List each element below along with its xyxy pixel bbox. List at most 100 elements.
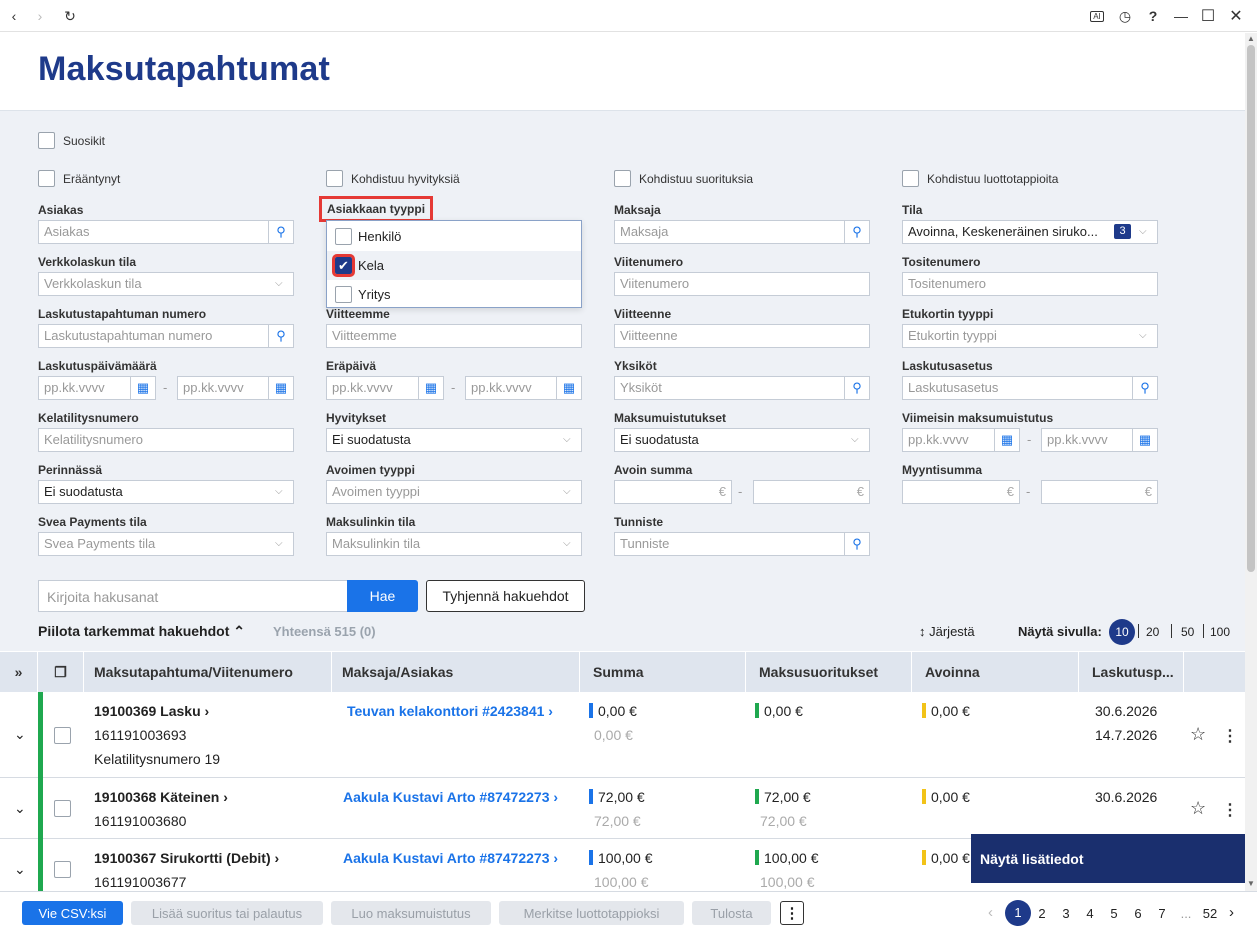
- erapaiva-from-input[interactable]: pp.kk.vvvv: [326, 376, 419, 400]
- erapaiva-to-input[interactable]: pp.kk.vvvv: [465, 376, 558, 400]
- more-actions-icon[interactable]: ⋮: [780, 901, 804, 925]
- yritys-checkbox[interactable]: [335, 286, 352, 303]
- maksaja-search-button[interactable]: ⚲: [844, 220, 870, 244]
- col-header-maksaja[interactable]: Maksaja/Asiakas: [332, 652, 580, 692]
- viimeisin-from-input[interactable]: pp.kk.vvvv: [902, 428, 995, 452]
- laskutusasetus-input[interactable]: Laskutusasetus: [902, 376, 1133, 400]
- expand-all-icon[interactable]: »: [0, 652, 38, 692]
- back-icon[interactable]: ‹: [4, 6, 24, 26]
- transaction-title[interactable]: 19100367 Sirukortti (Debit) ›: [94, 850, 279, 866]
- create-reminder-button[interactable]: Luo maksumuistutus: [331, 901, 491, 925]
- laskutuspaiva-to-input[interactable]: pp.kk.vvvv: [177, 376, 270, 400]
- help-icon[interactable]: ?: [1143, 6, 1163, 26]
- tositenumero-input[interactable]: Tositenumero: [902, 272, 1158, 296]
- tunniste-search-button[interactable]: ⚲: [844, 532, 870, 556]
- more-options-icon[interactable]: ⋮: [1222, 800, 1238, 820]
- history-icon[interactable]: ◷: [1115, 6, 1135, 26]
- scroll-down-icon[interactable]: ▼: [1247, 879, 1255, 888]
- option-kela[interactable]: ✔ Kela: [327, 251, 581, 280]
- svea-payments-tila-select[interactable]: Svea Payments tila: [38, 532, 294, 556]
- laskutustapahtuman-numero-input[interactable]: Laskutustapahtuman numero: [38, 324, 269, 348]
- calendar-icon[interactable]: ▦: [130, 376, 156, 400]
- row-checkbox[interactable]: [54, 861, 71, 878]
- calendar-icon[interactable]: ▦: [268, 376, 294, 400]
- table-row[interactable]: ⌄ 19100369 Lasku › 161191003693 Kelatili…: [0, 692, 1245, 778]
- avoin-summa-from-input[interactable]: €: [614, 480, 732, 504]
- page-1[interactable]: 1: [1005, 900, 1031, 926]
- transaction-title[interactable]: 19100368 Käteinen ›: [94, 789, 228, 805]
- avoimen-tyyppi-select[interactable]: Avoimen tyyppi: [326, 480, 582, 504]
- luottotappioita-checkbox[interactable]: [902, 170, 919, 187]
- calendar-icon[interactable]: ▦: [994, 428, 1020, 452]
- verkkolaskun-tila-select[interactable]: Verkkolaskun tila: [38, 272, 294, 296]
- page-2[interactable]: 2: [1032, 906, 1052, 921]
- search-submit-button[interactable]: Hae: [347, 580, 418, 612]
- more-options-icon[interactable]: ⋮: [1222, 726, 1238, 746]
- laskutuspaiva-from-input[interactable]: pp.kk.vvvv: [38, 376, 131, 400]
- viitteenne-input[interactable]: Viitteenne: [614, 324, 870, 348]
- yksikot-input[interactable]: Yksiköt: [614, 376, 845, 400]
- viimeisin-to-input[interactable]: pp.kk.vvvv: [1041, 428, 1134, 452]
- col-header-maksusuoritukset[interactable]: Maksusuoritukset: [746, 652, 912, 692]
- viitenumero-input[interactable]: Viitenumero: [614, 272, 870, 296]
- maksaja-input[interactable]: Maksaja: [614, 220, 845, 244]
- page-5[interactable]: 5: [1104, 906, 1124, 921]
- forward-icon[interactable]: ›: [30, 6, 50, 26]
- next-page-icon[interactable]: ›: [1229, 904, 1234, 921]
- ai-icon[interactable]: AI: [1087, 6, 1107, 26]
- option-henkilo[interactable]: Henkilö: [327, 222, 581, 251]
- select-all-checkbox[interactable]: ❐: [38, 652, 84, 692]
- row-checkbox[interactable]: [54, 727, 71, 744]
- suorituksia-checkbox[interactable]: [614, 170, 631, 187]
- per-page-20[interactable]: 20: [1146, 625, 1159, 639]
- hide-filters-toggle[interactable]: Piilota tarkemmat hakuehdot ⌃: [38, 623, 245, 640]
- maximize-icon[interactable]: ☐: [1198, 6, 1218, 26]
- payer-link[interactable]: Aakula Kustavi Arto #87472273 ›: [343, 789, 558, 805]
- perinnassa-select[interactable]: Ei suodatusta: [38, 480, 294, 504]
- expand-row-icon[interactable]: ⌄: [14, 861, 26, 878]
- myyntisumma-to-input[interactable]: €: [1041, 480, 1158, 504]
- sort-button[interactable]: ↕ Järjestä: [919, 624, 975, 639]
- per-page-50[interactable]: 50: [1181, 625, 1194, 639]
- expand-row-icon[interactable]: ⌄: [14, 800, 26, 817]
- page-4[interactable]: 4: [1080, 906, 1100, 921]
- page-6[interactable]: 6: [1128, 906, 1148, 921]
- tunniste-input[interactable]: Tunniste: [614, 532, 845, 556]
- kela-checkbox-checked[interactable]: ✔: [332, 254, 355, 277]
- minimize-icon[interactable]: —: [1171, 6, 1191, 26]
- asiakas-search-button[interactable]: ⚲: [268, 220, 294, 244]
- maksumuistutukset-select[interactable]: Ei suodatusta: [614, 428, 870, 452]
- suosikit-checkbox[interactable]: [38, 132, 55, 149]
- per-page-100[interactable]: 100: [1210, 625, 1230, 639]
- print-button[interactable]: Tulosta: [692, 901, 771, 925]
- expand-row-icon[interactable]: ⌄: [14, 726, 26, 743]
- payer-link[interactable]: Aakula Kustavi Arto #87472273 ›: [343, 850, 558, 866]
- free-text-search-input[interactable]: Kirjoita hakusanat: [38, 580, 348, 612]
- clear-filters-button[interactable]: Tyhjennä hakuehdot: [426, 580, 585, 612]
- laskutusasetus-search-button[interactable]: ⚲: [1132, 376, 1158, 400]
- laskutustapahtuman-search-button[interactable]: ⚲: [268, 324, 294, 348]
- add-payment-button[interactable]: Lisää suoritus tai palautus: [131, 901, 323, 925]
- scrollbar-thumb[interactable]: [1247, 45, 1255, 572]
- export-csv-button[interactable]: Vie CSV:ksi: [22, 901, 123, 925]
- col-header-summa[interactable]: Summa: [580, 652, 746, 692]
- col-header-laskutuspaiva[interactable]: Laskutusp...: [1079, 652, 1184, 692]
- row-checkbox[interactable]: [54, 800, 71, 817]
- calendar-icon[interactable]: ▦: [556, 376, 582, 400]
- page-7[interactable]: 7: [1152, 906, 1172, 921]
- prev-page-icon[interactable]: ‹: [988, 904, 993, 921]
- avoin-summa-to-input[interactable]: €: [753, 480, 870, 504]
- henkilo-checkbox[interactable]: [335, 228, 352, 245]
- star-icon[interactable]: ☆: [1190, 724, 1206, 745]
- col-header-avoinna[interactable]: Avoinna: [912, 652, 1079, 692]
- table-row[interactable]: ⌄ 19100368 Käteinen › 161191003680 Aakul…: [0, 778, 1245, 839]
- transaction-title[interactable]: 19100369 Lasku ›: [94, 703, 209, 719]
- close-icon[interactable]: ✕: [1226, 6, 1246, 26]
- per-page-10[interactable]: 10: [1109, 619, 1135, 645]
- show-details-button[interactable]: Näytä lisätiedot: [971, 834, 1245, 883]
- hyvitykset-select[interactable]: Ei suodatusta: [326, 428, 582, 452]
- etukortin-tyyppi-select[interactable]: Etukortin tyyppi: [902, 324, 1158, 348]
- scroll-up-icon[interactable]: ▲: [1247, 34, 1255, 43]
- asiakas-input[interactable]: Asiakas: [38, 220, 269, 244]
- myyntisumma-from-input[interactable]: €: [902, 480, 1020, 504]
